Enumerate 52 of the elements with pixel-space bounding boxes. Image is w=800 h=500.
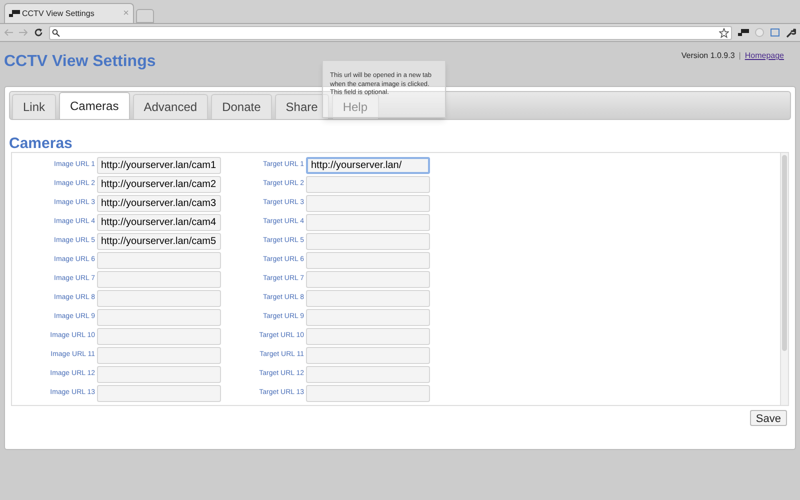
url-field[interactable] bbox=[306, 195, 430, 212]
tab[interactable]: Advanced bbox=[132, 94, 208, 119]
back-icon[interactable] bbox=[4, 29, 13, 36]
url-field[interactable] bbox=[306, 347, 430, 364]
url-field[interactable] bbox=[306, 214, 430, 231]
scrollbar-thumb[interactable] bbox=[782, 155, 787, 351]
tab[interactable]: Share bbox=[274, 94, 329, 119]
url-field[interactable]: http://yourserver.lan/ bbox=[306, 157, 430, 174]
url-field[interactable]: http://yourserver.lan/cam3 bbox=[97, 195, 221, 212]
url-field[interactable]: http://yourserver.lan/cam5 bbox=[97, 233, 221, 250]
wrench-icon[interactable] bbox=[786, 28, 796, 38]
separator-text: | bbox=[738, 50, 741, 62]
url-field[interactable] bbox=[306, 385, 430, 402]
scrollbar[interactable] bbox=[780, 153, 788, 405]
reload-icon[interactable] bbox=[34, 28, 43, 37]
tab[interactable]: Donate bbox=[211, 94, 272, 119]
tab[interactable]: Link bbox=[12, 94, 56, 119]
url-field[interactable] bbox=[97, 347, 221, 364]
section-title: Cameras bbox=[9, 136, 74, 152]
url-field[interactable] bbox=[97, 366, 221, 383]
save-button[interactable]: Save bbox=[750, 410, 787, 426]
forward-icon[interactable] bbox=[19, 29, 28, 36]
homepage-link[interactable]: Homepage bbox=[744, 50, 784, 62]
camera-icon bbox=[9, 10, 20, 17]
url-field[interactable] bbox=[306, 309, 430, 326]
tab-title: CCTV View Settings bbox=[22, 8, 96, 20]
url-field[interactable] bbox=[306, 271, 430, 288]
url-field[interactable] bbox=[97, 328, 221, 345]
tab[interactable]: Cameras bbox=[59, 92, 130, 119]
url-field[interactable]: http://yourserver.lan/cam4 bbox=[97, 214, 221, 231]
search-icon bbox=[52, 28, 60, 36]
version-text: Version 1.0.9.3 bbox=[681, 50, 735, 62]
url-field[interactable] bbox=[97, 271, 221, 288]
url-field[interactable] bbox=[306, 176, 430, 193]
url-field[interactable] bbox=[97, 252, 221, 269]
url-field[interactable] bbox=[306, 233, 430, 250]
page-title: CCTV View Settings bbox=[4, 52, 156, 72]
url-field[interactable] bbox=[306, 252, 430, 269]
url-field[interactable] bbox=[306, 290, 430, 307]
url-field[interactable]: http://yourserver.lan/cam1 bbox=[97, 157, 221, 174]
camera-icon[interactable] bbox=[738, 29, 749, 36]
circle-icon[interactable] bbox=[755, 28, 764, 37]
new-tab-button[interactable] bbox=[136, 9, 154, 23]
url-field[interactable] bbox=[97, 290, 221, 307]
url-field[interactable] bbox=[97, 385, 221, 402]
frame-icon[interactable] bbox=[770, 28, 780, 37]
url-field[interactable] bbox=[97, 309, 221, 326]
browser-tab[interactable]: CCTV View Settings × bbox=[4, 3, 134, 23]
star-icon[interactable] bbox=[719, 28, 729, 38]
url-field[interactable] bbox=[306, 328, 430, 345]
url-field[interactable] bbox=[306, 366, 430, 383]
url-field[interactable]: http://yourserver.lan/cam2 bbox=[97, 176, 221, 193]
